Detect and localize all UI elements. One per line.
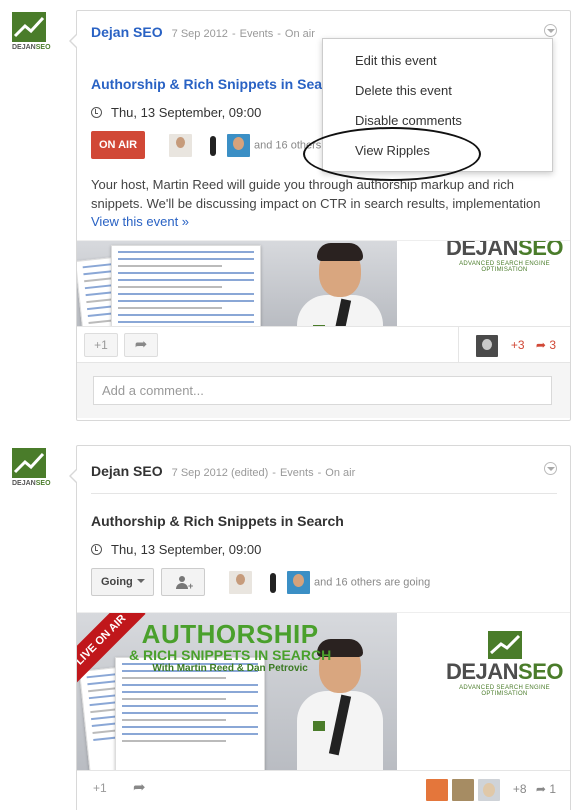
attendee-avatar[interactable] <box>169 134 192 157</box>
banner-brand: DEJANSEO ADVANCED SEARCH ENGINE OPTIMISA… <box>439 631 570 697</box>
event-title[interactable]: Authorship & Rich Snippets in Search <box>91 513 344 529</box>
comment-area: Add a comment... <box>77 362 570 418</box>
author-avatar[interactable]: DEJANSEO <box>12 12 51 56</box>
plus-count[interactable]: +8 <box>513 782 527 796</box>
plus-count[interactable]: +3 <box>511 338 525 352</box>
view-event-link[interactable]: View this event » <box>91 214 189 229</box>
menu-item-disable-comments[interactable]: Disable comments <box>355 113 462 128</box>
plus-one-button[interactable]: +1 <box>84 333 118 357</box>
author-avatar[interactable]: DEJANSEO <box>12 448 51 492</box>
post-category[interactable]: Events <box>240 28 274 40</box>
attendees[interactable]: and 16 others <box>169 134 321 157</box>
reshare-icon: ➦ <box>535 338 546 353</box>
add-person-icon <box>176 576 188 589</box>
event-time: Thu, 13 September, 09:00 <box>91 105 261 120</box>
event-banner-image[interactable]: DEJANSEO ADVANCED SEARCH ENGINE OPTIMISA… <box>77 240 570 326</box>
logo-text: DEJANSEO <box>12 480 51 487</box>
on-air-button[interactable]: ON AIR <box>91 131 145 159</box>
share-button[interactable]: ➦ <box>133 778 146 796</box>
post-header: Dejan SEO 7 Sep 2012- Events - On air <box>91 24 315 40</box>
banner-brand: DEJANSEO ADVANCED SEARCH ENGINE OPTIMISA… <box>445 240 564 273</box>
post-category[interactable]: Events <box>280 467 314 479</box>
logo-text: DEJANSEO <box>12 44 51 51</box>
attendees[interactable]: and 16 others are going <box>229 571 430 594</box>
banner-headline: AUTHORSHIP & RICH SNIPPETS IN SEARCH Wit… <box>129 619 332 674</box>
post-date[interactable]: 7 Sep 2012 (edited) <box>172 467 269 479</box>
invite-people-button[interactable]: + <box>161 568 205 596</box>
event-title-link[interactable]: Authorship & Rich Snippets in Search <box>91 76 344 92</box>
attendee-avatar[interactable] <box>262 571 285 594</box>
plusser-avatar[interactable] <box>451 779 474 801</box>
attendees-count-text[interactable]: and 16 others are going <box>314 576 430 588</box>
chevron-down-icon <box>136 579 145 583</box>
post-footer: +1 ➦ +3 ➦ 3 <box>77 326 570 363</box>
attendee-avatar[interactable] <box>287 571 310 594</box>
clock-icon <box>91 544 102 555</box>
menu-item-delete-event[interactable]: Delete this event <box>355 83 452 98</box>
menu-item-edit-event[interactable]: Edit this event <box>355 53 437 68</box>
share-count[interactable]: 1 <box>549 782 556 796</box>
author-name-link[interactable]: Dejan SEO <box>91 463 163 479</box>
engagement-summary[interactable]: +8 ➦ 1 <box>422 779 556 801</box>
post-date[interactable]: 7 Sep 2012 <box>172 28 228 40</box>
post-menu-caret-icon[interactable] <box>544 24 557 37</box>
reshare-icon: ➦ <box>535 782 546 797</box>
host-photo <box>297 243 383 326</box>
post-menu-caret-icon[interactable] <box>544 462 557 475</box>
event-description: Your host, Martin Reed will guide you th… <box>91 177 541 211</box>
attendee-avatar[interactable] <box>202 134 225 157</box>
clock-icon <box>91 107 102 118</box>
author-name-link[interactable]: Dejan SEO <box>91 24 163 40</box>
attendee-avatar[interactable] <box>227 134 250 157</box>
share-button[interactable]: ➦ <box>124 333 158 357</box>
event-time: Thu, 13 September, 09:00 <box>91 542 261 557</box>
post-card: Dejan SEO 7 Sep 2012 (edited) - Events - On … <box>69 445 571 810</box>
rsvp-going-dropdown[interactable]: Going <box>91 568 154 596</box>
engagement-summary[interactable]: +3 ➦ 3 <box>472 335 556 357</box>
plusser-avatar[interactable] <box>425 779 448 801</box>
attendee-avatar[interactable] <box>229 571 252 594</box>
share-count[interactable]: 3 <box>549 338 556 352</box>
plusser-avatar[interactable] <box>475 335 498 357</box>
event-banner-image[interactable]: AUTHORSHIP & RICH SNIPPETS IN SEARCH Wit… <box>77 612 570 770</box>
plus-one-button[interactable]: +1 <box>93 781 107 795</box>
dejanseo-logo-icon <box>487 631 522 659</box>
post-status: On air <box>284 28 315 40</box>
dejanseo-logo-icon <box>12 448 46 478</box>
plusser-avatar[interactable] <box>477 779 500 801</box>
share-icon: ➦ <box>133 779 146 796</box>
share-icon: ➦ <box>134 336 148 353</box>
post-header: Dejan SEO 7 Sep 2012 (edited) - Events - On … <box>91 463 356 479</box>
post-status: On air <box>325 467 356 479</box>
post-footer: +1 ➦ +8 ➦ 1 <box>77 770 570 806</box>
highlight-ellipse-annotation <box>303 127 481 181</box>
dejanseo-logo-icon <box>12 12 46 42</box>
comment-input[interactable]: Add a comment... <box>93 376 552 405</box>
